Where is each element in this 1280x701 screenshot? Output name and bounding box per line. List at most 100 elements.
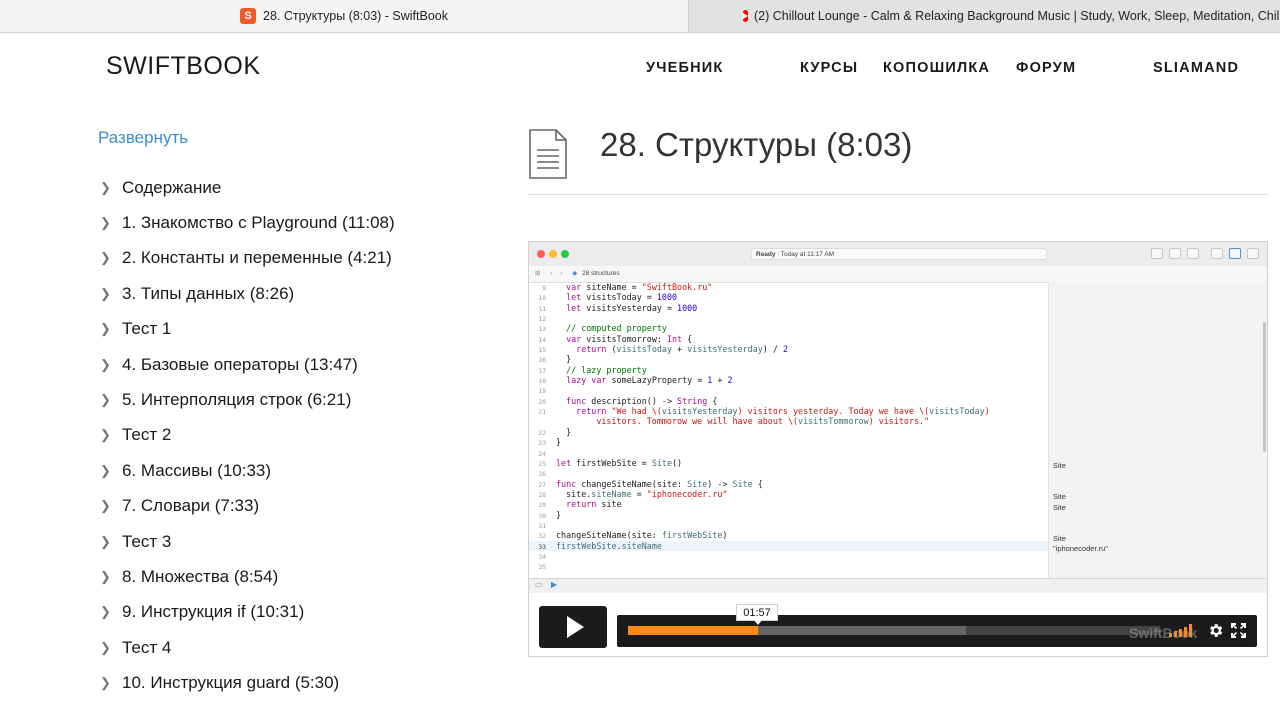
code-editor: 9 var siteName = "SwiftBook.ru" 10 let v… <box>529 282 1049 578</box>
chevron-right-icon: ❯ <box>100 639 111 655</box>
chevron-right-icon: ❯ <box>100 356 111 372</box>
divider <box>528 194 1268 195</box>
grid-icon: ⊞ <box>535 270 541 277</box>
playground-file-icon: ◆ <box>572 270 578 277</box>
video-player[interactable]: Ready | Today at 11:17 AM ⊞ ‹ › ◆ 28 str… <box>528 241 1268 657</box>
page-title: 28. Структуры (8:03) <box>600 126 913 163</box>
result-value: Site <box>1053 534 1066 543</box>
chevron-right-icon: ❯ <box>100 498 111 514</box>
nav-textbook[interactable]: УЧЕБНИК <box>646 60 723 76</box>
xcode-debug-bar: ▭ ▶ <box>529 578 1267 593</box>
tab-title: (2) Chillout Lounge - Calm & Relaxing Ba… <box>754 9 1280 23</box>
toc-item[interactable]: ❯ 7. Словари (7:33) <box>100 489 500 524</box>
play-button[interactable] <box>539 606 607 648</box>
toc-item[interactable]: ❯ 8. Множества (8:54) <box>100 559 500 594</box>
toc-item[interactable]: ❯ Тест 4 <box>100 630 500 665</box>
chevron-right-icon: ❯ <box>100 250 111 266</box>
tab-title: 28. Структуры (8:03) - SwiftBook <box>263 9 448 23</box>
results-sidebar: Site Site Site Site "iphonecoder.ru" <box>1048 282 1267 578</box>
toc-item-label: 7. Словари (7:33) <box>122 496 260 516</box>
toc-item-label: Тест 1 <box>122 319 172 339</box>
toc-item-label: 4. Базовые операторы (13:47) <box>122 354 358 374</box>
editor-standard-icon <box>1151 248 1163 259</box>
nav-koposhilka[interactable]: КОПОШИЛКА <box>883 60 990 76</box>
time-tooltip: 01:57 <box>736 604 778 625</box>
zoom-dot-icon <box>561 250 569 258</box>
toc-item-label: 3. Типы данных (8:26) <box>122 283 295 303</box>
toc-item[interactable]: ❯ Тест 3 <box>100 524 500 559</box>
nav-courses[interactable]: КУРСЫ <box>800 60 858 76</box>
toc-item-label: 9. Инструкция if (10:31) <box>122 602 305 622</box>
xcode-status-time: Today at 11:17 AM <box>780 251 835 258</box>
toc-item-label: 10. Инструкция guard (5:30) <box>122 673 340 693</box>
table-of-contents: ❯ Содержание ❯ 1. Знакомство с Playground … <box>100 170 500 701</box>
toc-item[interactable]: ❯ 6. Массивы (10:33) <box>100 453 500 488</box>
chevron-right-icon: ❯ <box>100 321 111 337</box>
toc-item[interactable]: ❯ Тест 2 <box>100 418 500 453</box>
toc-item-label: Содержание <box>122 177 222 197</box>
toc-item-label: 6. Массивы (10:33) <box>122 460 272 480</box>
document-icon <box>529 129 567 179</box>
chevron-right-icon: ❯ <box>100 604 111 620</box>
toc-item[interactable]: ❯ 3. Типы данных (8:26) <box>100 276 500 311</box>
editor-assistant-icon <box>1169 248 1181 259</box>
toc-item-label: 2. Константы и переменные (4:21) <box>122 248 392 268</box>
chevron-right-icon: ❯ <box>100 568 111 584</box>
chevron-right-icon: ❯ <box>100 392 111 408</box>
youtube-icon <box>743 10 748 22</box>
browser-tab-bar: S 28. Структуры (8:03) - SwiftBook (2) C… <box>0 0 1280 33</box>
chevron-right-icon: ❯ <box>100 675 111 691</box>
back-icon: ‹ <box>550 270 553 277</box>
toc-item[interactable]: ❯ Тест 1 <box>100 312 500 347</box>
xcode-titlebar: Ready | Today at 11:17 AM <box>529 242 1267 267</box>
nav-forum[interactable]: ФОРУМ <box>1016 60 1076 76</box>
chevron-right-icon: ❯ <box>100 533 111 549</box>
watermark: SwiftBook <box>1129 625 1198 641</box>
forward-icon: › <box>560 270 563 277</box>
result-value: "iphonecoder.ru" <box>1053 544 1108 553</box>
utilities-toggle-icon <box>1247 248 1259 259</box>
editor-version-icon <box>1187 248 1199 259</box>
result-value: Site <box>1053 461 1066 470</box>
toc-item[interactable]: ❯ 9. Инструкция if (10:31) <box>100 595 500 630</box>
toc-item[interactable]: ❯ 2. Константы и переменные (4:21) <box>100 241 500 276</box>
toc-item-label: 5. Интерполяция строк (6:21) <box>122 390 352 410</box>
toc-item-label: 8. Множества (8:54) <box>122 566 279 586</box>
played-range <box>628 626 758 635</box>
nav-user-account[interactable]: SLIAMAND <box>1153 60 1239 76</box>
xcode-status-field: Ready | Today at 11:17 AM <box>751 248 1047 260</box>
swiftbook-icon: S <box>240 8 256 24</box>
run-icon: ▶ <box>551 580 558 589</box>
minimize-dot-icon <box>549 250 557 258</box>
chevron-right-icon: ❯ <box>100 427 111 443</box>
result-value: Site <box>1053 503 1066 512</box>
gear-icon[interactable] <box>1207 622 1224 639</box>
expand-link[interactable]: Развернуть <box>98 128 188 148</box>
site-logo[interactable]: SWIFTBOOK <box>106 52 261 81</box>
seek-bar[interactable] <box>628 626 1160 635</box>
xcode-status: Ready <box>756 251 776 258</box>
navigator-toggle-icon <box>1211 248 1223 259</box>
close-dot-icon <box>537 250 545 258</box>
fullscreen-icon[interactable] <box>1231 623 1246 638</box>
chevron-right-icon: ❯ <box>100 179 111 195</box>
chevron-right-icon: ❯ <box>100 215 111 231</box>
toc-item-label: Тест 4 <box>122 637 172 657</box>
toc-item[interactable]: ❯ Содержание <box>100 170 500 205</box>
jump-bar-file: 28 structures <box>582 270 620 277</box>
toc-item-label: 1. Знакомство с Playground (11:08) <box>122 213 395 233</box>
toc-item[interactable]: ❯ 5. Интерполяция строк (6:21) <box>100 382 500 417</box>
editor-scrollbar <box>1263 322 1266 452</box>
chevron-right-icon: ❯ <box>100 285 111 301</box>
toc-item[interactable]: ❯ 10. Инструкция guard (5:30) <box>100 665 500 700</box>
result-value: Site <box>1053 492 1066 501</box>
console-toggle-icon: ▭ <box>535 580 543 589</box>
tab-swiftbook[interactable]: S 28. Структуры (8:03) - SwiftBook <box>0 0 688 32</box>
tab-youtube[interactable]: (2) Chillout Lounge - Calm & Relaxing Ba… <box>688 0 1280 32</box>
xcode-jump-bar: ⊞ ‹ › ◆ 28 structures <box>529 266 1267 283</box>
toc-item[interactable]: ❯ 4. Базовые операторы (13:47) <box>100 347 500 382</box>
toc-item[interactable]: ❯ 1. Знакомство с Playground (11:08) <box>100 205 500 240</box>
chevron-right-icon: ❯ <box>100 462 111 478</box>
debug-toggle-icon <box>1229 248 1241 259</box>
toc-item-label: Тест 2 <box>122 425 172 445</box>
